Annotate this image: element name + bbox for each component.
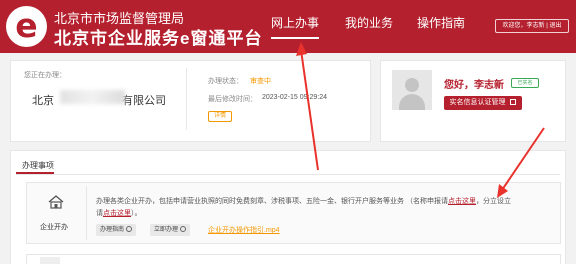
logo-letter: e (15, 6, 38, 45)
e-window-logo[interactable]: e (6, 6, 47, 47)
name-declaration-link[interactable]: 点击这里 (448, 198, 476, 205)
redacted-blur (60, 90, 125, 104)
modified-label: 最后修改时间： (208, 96, 257, 103)
next-item-icon (40, 257, 60, 264)
user-avatar-icon (392, 70, 432, 110)
avatar-body (399, 94, 425, 110)
handling-guide-label: 办理指南 (100, 227, 125, 233)
verified-badge: 已实名 (511, 78, 539, 88)
avatar-head (405, 78, 419, 92)
user-greeting: 您好，李志新 (444, 80, 504, 91)
status-label: 办理状态： (208, 78, 243, 85)
description-end: ）。 (131, 210, 142, 217)
detail-button[interactable]: 详情 (208, 111, 232, 122)
nav-online-services[interactable]: 网上办事 (271, 14, 320, 39)
apply-now-label: 立即办理 (154, 227, 179, 233)
item-divider (86, 186, 87, 240)
description-tail: ，分立设立 (475, 198, 511, 205)
platform-title: 北京市企业服务e窗通平台 (54, 29, 263, 48)
split-setup-link[interactable]: 点击这里 (103, 210, 131, 217)
service-name: 企业开办 (40, 224, 68, 231)
building-icon (48, 195, 64, 209)
description-prefix: 请 (96, 210, 103, 217)
tab-divider (16, 174, 560, 175)
company-prefix: 北京 (32, 95, 54, 107)
status-value: 审查中 (250, 78, 271, 85)
description-text: 办理各类企业开办，包括申请营业执照的同时免费刻章、涉税事项、五险一金、银行开户服… (96, 198, 448, 205)
next-service-item (26, 254, 561, 264)
company-suffix: 有限公司 (122, 95, 166, 107)
modified-value: 2023-02-15 09:29:24 (262, 94, 327, 101)
card-divider (186, 68, 187, 130)
apply-now-button[interactable]: 立即办理 (150, 224, 191, 236)
service-description-line1: 办理各类企业开办，包括申请营业执照的同时免费刻章、涉税事项、五险一金、银行开户服… (96, 196, 511, 206)
auth-button-label: 实名信息认证管理 (449, 99, 506, 106)
service-description-line2: 请点击这里）。 (96, 208, 142, 218)
nav-operation-guide[interactable]: 操作指南 (417, 14, 465, 31)
tab-tasks[interactable]: 办理事项 (22, 160, 54, 171)
current-task-label: 您正在办理： (24, 72, 66, 79)
nav-my-business[interactable]: 我的业务 (345, 14, 393, 31)
handling-guide-button[interactable]: 办理指南 (96, 224, 137, 236)
guide-video-link[interactable]: 企业开办操作指引.mp4 (208, 225, 280, 235)
apply-icon (180, 226, 187, 232)
user-welcome-logout[interactable]: 欢迎您，李志新 | 退出 (495, 19, 569, 33)
external-link-icon (510, 99, 517, 105)
real-name-auth-button[interactable]: 实名信息认证管理 (444, 96, 522, 110)
guide-icon (126, 226, 133, 232)
